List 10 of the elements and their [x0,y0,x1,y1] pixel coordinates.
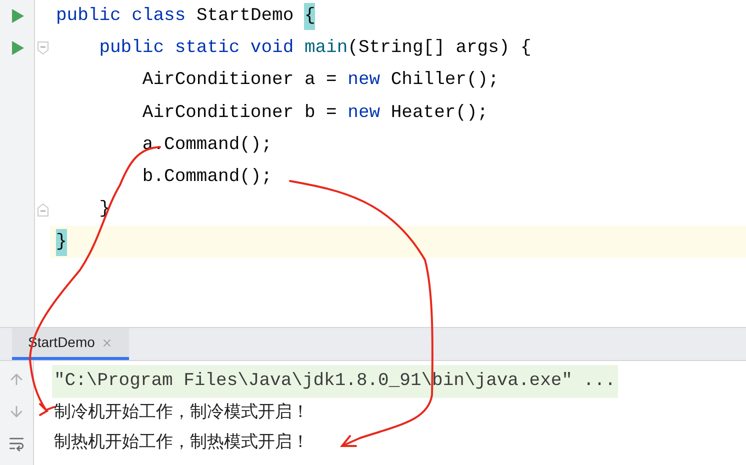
soft-wrap-icon[interactable] [8,435,25,452]
scroll-down-icon[interactable] [8,403,25,420]
scroll-up-icon[interactable] [8,371,25,388]
fold-icon[interactable] [36,41,48,56]
run-icon[interactable] [10,40,24,56]
close-icon[interactable] [100,336,113,348]
console-output-line: 制冷机开始工作，制冷模式开启！ [53,401,310,424]
fold-icon[interactable] [36,202,48,217]
console-output-line: 制热机开始工作，制热模式开启！ [53,431,310,454]
run-icon[interactable] [10,8,24,24]
